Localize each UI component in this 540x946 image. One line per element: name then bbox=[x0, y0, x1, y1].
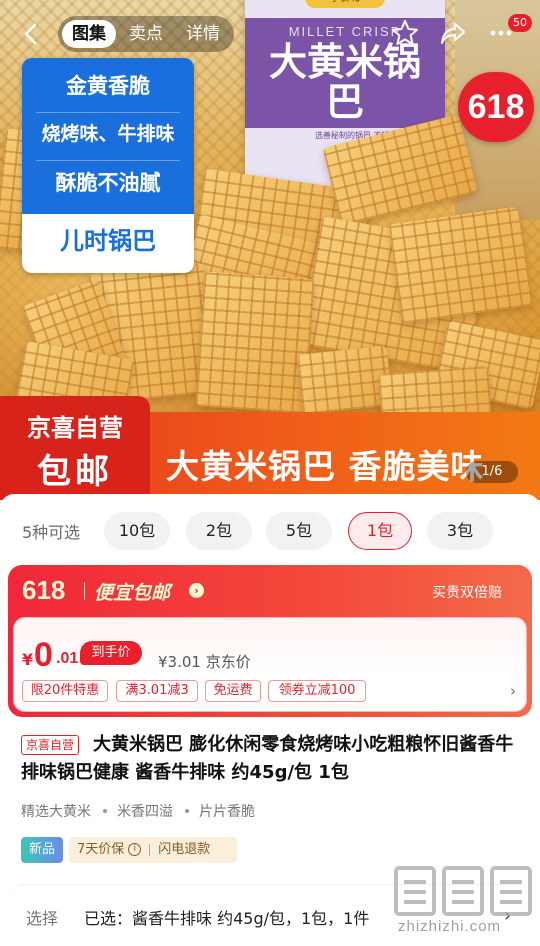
tab-selling-points[interactable]: 卖点 bbox=[119, 20, 173, 48]
original-price: ¥3.01 京东价 bbox=[158, 653, 251, 671]
coupon-limited-offer[interactable]: 限20件特惠 bbox=[22, 680, 108, 702]
variant-chip-3[interactable]: 3包 bbox=[427, 512, 493, 550]
cracker-image bbox=[388, 206, 532, 324]
price-guarantee-label: 买贵双倍赔 bbox=[432, 585, 502, 601]
dot-separator bbox=[185, 808, 189, 813]
tab-details[interactable]: 详情 bbox=[176, 20, 230, 48]
share-icon[interactable] bbox=[438, 18, 468, 48]
free-shipping-label: 包邮 bbox=[37, 452, 113, 492]
back-icon[interactable] bbox=[18, 20, 46, 48]
package-brand: 小食嗨 bbox=[305, 0, 385, 8]
promo-618-label: 618 bbox=[22, 575, 66, 605]
store-tag: 京喜自营 bbox=[21, 735, 80, 755]
selling-point-1: 金黄香脆 bbox=[66, 74, 150, 98]
final-price-tag: 到手价 bbox=[80, 641, 142, 665]
image-counter: 1/6 bbox=[466, 461, 518, 483]
watermark-site: zhizhizhi.com bbox=[398, 918, 502, 935]
product-detail-page: 小食嗨 MILLET CRISP 大黄米锅巴 选善秘制的锅巴 不褪色的幸福记忆 … bbox=[0, 0, 540, 946]
favorite-star-icon[interactable] bbox=[390, 18, 420, 48]
divider bbox=[149, 843, 151, 856]
refund-label: 闪电退款 bbox=[158, 842, 211, 857]
coupon-discount[interactable]: 满3.01减3 bbox=[116, 680, 198, 702]
selling-point-4: 儿时锅巴 bbox=[60, 227, 156, 255]
select-label: 选择 bbox=[26, 909, 59, 928]
variant-chip-5[interactable]: 5包 bbox=[266, 512, 332, 550]
info-icon[interactable]: i bbox=[128, 843, 142, 856]
selling-point-4-box: 儿时锅巴 bbox=[22, 214, 194, 273]
promo-618-badge: 618 bbox=[458, 72, 534, 142]
promo-label: 便宜包邮 bbox=[94, 582, 171, 604]
variant-chip-10[interactable]: 10包 bbox=[104, 512, 170, 550]
product-title: 大黄米锅巴 膨化休闲零食烧烤味小吃粗粮怀旧酱香牛排味锅巴健康 酱香牛排味 约45… bbox=[21, 734, 514, 783]
notification-badge: 50 bbox=[508, 14, 532, 32]
tab-gallery[interactable]: 图集 bbox=[62, 20, 116, 48]
nav-tabs: 图集 卖点 详情 bbox=[58, 16, 234, 52]
feature-item: 米香四溢 bbox=[117, 804, 173, 820]
feature-list: 精选大黄米 米香四溢 片片香脆 bbox=[21, 801, 521, 821]
dot-separator bbox=[103, 808, 107, 813]
coupon-claim[interactable]: 领券立减100 bbox=[268, 680, 366, 702]
price-integer: 0 bbox=[34, 636, 53, 674]
package-cn-title: 大黄米锅巴 bbox=[268, 40, 421, 124]
selling-point-3: 酥脆不油腻 bbox=[55, 171, 161, 195]
cracker-image bbox=[195, 271, 315, 414]
price-guard-label: 7天价保 bbox=[77, 842, 125, 857]
selling-point-2: 烧烤味、牛排味 bbox=[41, 123, 175, 145]
coupon-free-shipping[interactable]: 免运费 bbox=[205, 680, 261, 702]
selling-points-box: 金黄香脆 烧烤味、牛排味 酥脆不油腻 儿时锅巴 bbox=[22, 58, 194, 273]
price-guard-tag[interactable]: 7天价保 i 闪电退款 bbox=[69, 837, 237, 863]
divider bbox=[84, 582, 85, 600]
feature-item: 精选大黄米 bbox=[21, 804, 91, 820]
variant-count-label: 5种可选 bbox=[22, 523, 81, 542]
variant-chip-2[interactable]: 2包 bbox=[186, 512, 252, 550]
price-currency: ¥ bbox=[22, 650, 34, 669]
jx-label: 京喜自营 bbox=[27, 414, 123, 442]
product-image-gallery[interactable]: 小食嗨 MILLET CRISP 大黄米锅巴 选善秘制的锅巴 不褪色的幸福记忆 … bbox=[0, 0, 540, 500]
chevron-right-icon[interactable]: › bbox=[189, 583, 204, 598]
feature-item: 片片香脆 bbox=[199, 804, 255, 820]
variant-chip-1-selected[interactable]: 1包 bbox=[348, 512, 412, 550]
new-product-tag: 新品 bbox=[21, 837, 63, 863]
chevron-right-icon[interactable]: › bbox=[510, 682, 516, 700]
price-decimal: .01 bbox=[56, 650, 79, 667]
